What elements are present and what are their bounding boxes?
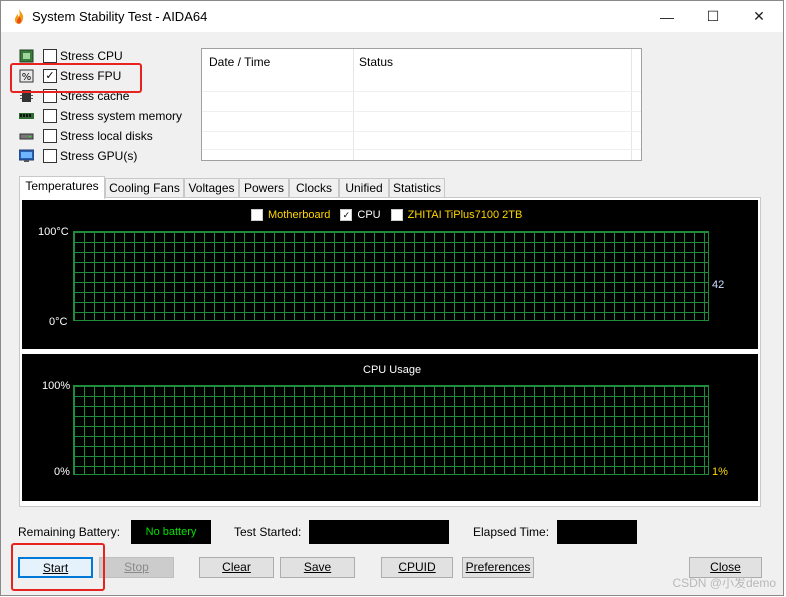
cpu-y-min: 0% bbox=[54, 466, 70, 478]
legend-checkbox-cpu[interactable]: ✓ bbox=[340, 209, 353, 221]
fpu-percent-icon: % bbox=[18, 69, 34, 83]
maximize-button[interactable]: ☐ bbox=[690, 1, 736, 32]
legend-motherboard: Motherboard bbox=[268, 209, 331, 221]
cpu-chip-icon bbox=[18, 49, 34, 63]
temp-current-value: 42 bbox=[712, 279, 725, 291]
legend-checkbox-motherboard[interactable] bbox=[251, 209, 263, 221]
cpu-y-max: 100% bbox=[42, 380, 71, 392]
option-stress-memory[interactable]: Stress system memory bbox=[18, 107, 182, 125]
clear-button[interactable]: Clear bbox=[199, 557, 274, 578]
checkbox-stress-gpu[interactable] bbox=[43, 149, 57, 163]
tab-statistics[interactable]: Statistics bbox=[389, 178, 445, 198]
memory-module-icon bbox=[18, 109, 34, 123]
start-button[interactable]: Start bbox=[18, 557, 93, 578]
option-stress-cache[interactable]: Stress cache bbox=[18, 87, 129, 105]
temperature-legend: Motherboard ✓ CPU ZHITAI TiPlus7100 2TB bbox=[251, 209, 522, 221]
option-stress-gpu[interactable]: Stress GPU(s) bbox=[18, 147, 137, 165]
option-stress-cpu[interactable]: Stress CPU bbox=[18, 47, 123, 65]
title-bar: System Stability Test - AIDA64 — ☐ ✕ bbox=[1, 1, 783, 32]
label-stress-cpu: Stress CPU bbox=[60, 49, 123, 63]
legend-zhitai-ssd: ZHITAI TiPlus7100 2TB bbox=[407, 209, 523, 221]
column-divider bbox=[631, 49, 632, 160]
disk-drive-icon bbox=[18, 129, 34, 143]
column-divider bbox=[353, 49, 354, 160]
tab-temperatures[interactable]: Temperatures bbox=[19, 176, 105, 199]
aida64-flame-icon bbox=[14, 9, 24, 24]
svg-text:%: % bbox=[21, 72, 31, 83]
aida64-stability-window: System Stability Test - AIDA64 — ☐ ✕ Str… bbox=[0, 0, 784, 596]
tab-voltages[interactable]: Voltages bbox=[184, 178, 239, 198]
close-icon: ✕ bbox=[753, 8, 765, 24]
row-divider bbox=[202, 91, 641, 92]
temperature-grid bbox=[73, 231, 709, 321]
cpu-usage-grid bbox=[73, 385, 709, 475]
label-stress-memory: Stress system memory bbox=[60, 109, 183, 123]
cpu-usage-graph: CPU Usage 100% 0% 1% bbox=[22, 354, 758, 501]
minimize-button[interactable]: — bbox=[644, 1, 690, 32]
temperature-graph: Motherboard ✓ CPU ZHITAI TiPlus7100 2TB … bbox=[22, 200, 758, 349]
column-status[interactable]: Status bbox=[359, 55, 393, 69]
row-divider bbox=[202, 149, 641, 150]
row-divider bbox=[202, 131, 641, 132]
monitor-icon bbox=[18, 149, 34, 163]
legend-checkbox-zhitai[interactable] bbox=[390, 209, 403, 221]
minimize-icon: — bbox=[660, 8, 674, 25]
legend-cpu: CPU bbox=[357, 209, 381, 221]
tab-cooling-fans[interactable]: Cooling Fans bbox=[105, 178, 184, 198]
checkbox-stress-cache[interactable] bbox=[43, 89, 57, 103]
checkbox-stress-cpu[interactable] bbox=[43, 49, 57, 63]
column-date-time[interactable]: Date / Time bbox=[209, 55, 270, 69]
label-stress-disks: Stress local disks bbox=[60, 129, 153, 143]
label-stress-cache: Stress cache bbox=[60, 89, 130, 103]
preferences-button[interactable]: Preferences bbox=[462, 557, 534, 578]
tab-powers[interactable]: Powers bbox=[239, 178, 289, 198]
cpu-current-value: 1% bbox=[712, 466, 728, 478]
maximize-icon: ☐ bbox=[706, 8, 720, 24]
tab-unified[interactable]: Unified bbox=[339, 178, 389, 198]
cpuid-button[interactable]: CPUID bbox=[381, 557, 453, 578]
save-button[interactable]: Save bbox=[280, 557, 355, 578]
elapsed-time-value bbox=[557, 520, 637, 544]
battery-label: Remaining Battery: bbox=[18, 525, 121, 539]
checkbox-stress-fpu[interactable]: ✓ bbox=[43, 69, 57, 83]
test-started-label: Test Started: bbox=[234, 525, 302, 539]
window-title: System Stability Test - AIDA64 bbox=[32, 9, 208, 24]
temp-y-min: 0°C bbox=[49, 316, 68, 328]
battery-value: No battery bbox=[131, 520, 211, 544]
option-stress-disks[interactable]: Stress local disks bbox=[18, 127, 153, 145]
stop-button[interactable]: Stop bbox=[99, 557, 174, 578]
watermark: CSDN @小发demo bbox=[672, 576, 776, 590]
row-divider bbox=[202, 111, 641, 112]
checkbox-stress-memory[interactable] bbox=[43, 109, 57, 123]
checkbox-stress-disks[interactable] bbox=[43, 129, 57, 143]
label-stress-fpu: Stress FPU bbox=[60, 69, 122, 83]
tab-clocks[interactable]: Clocks bbox=[289, 178, 339, 198]
temp-y-max: 100°C bbox=[38, 226, 69, 238]
test-started-value bbox=[309, 520, 449, 544]
log-table[interactable]: Date / Time Status bbox=[201, 48, 642, 161]
label-stress-gpu: Stress GPU(s) bbox=[60, 149, 138, 163]
elapsed-time-label: Elapsed Time: bbox=[473, 525, 550, 539]
cache-chip-icon bbox=[18, 89, 34, 103]
option-stress-fpu[interactable]: % ✓ Stress FPU bbox=[18, 67, 121, 85]
cpu-usage-title: CPU Usage bbox=[363, 364, 422, 376]
close-window-button[interactable]: ✕ bbox=[736, 1, 782, 32]
